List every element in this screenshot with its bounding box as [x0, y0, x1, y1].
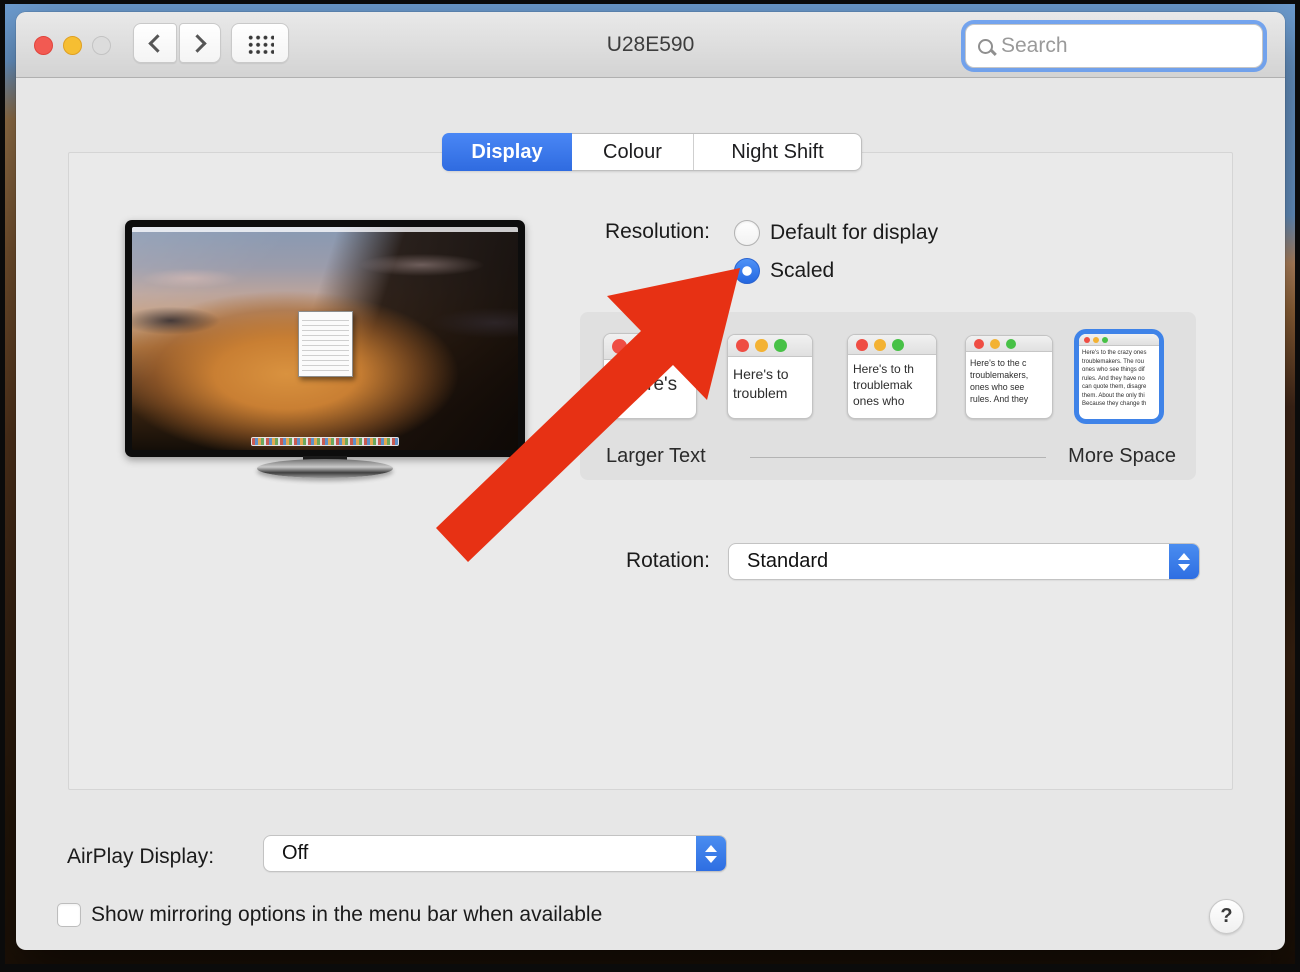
traffic-dot-yellow-icon	[1093, 337, 1099, 343]
thumb-sample-text: Here's to the crazy ones troublemakers. …	[1079, 346, 1159, 409]
thumb-titlebar	[1079, 334, 1159, 346]
traffic-dot-yellow-icon	[990, 339, 1000, 349]
radio-label-scaled: Scaled	[770, 259, 834, 283]
thumb-titlebar	[966, 336, 1052, 352]
traffic-dot-yellow-icon	[874, 339, 886, 351]
system-preferences-window: U28E590 Display Colour Night Shift	[16, 12, 1285, 950]
thumb-titlebar	[848, 335, 936, 355]
radio-label-default: Default for display	[770, 221, 938, 245]
thumb-titlebar	[728, 335, 812, 357]
resolution-option-default[interactable]: Default for display	[734, 220, 938, 246]
rotation-label: Rotation:	[496, 549, 710, 573]
scale-option-5-more-space-selected[interactable]: Here's to the crazy ones troublemakers. …	[1078, 333, 1160, 420]
show-mirroring-checkbox[interactable]	[57, 903, 81, 927]
traffic-dot-green-icon	[1102, 337, 1108, 343]
chevron-down-icon	[1178, 564, 1190, 571]
traffic-dot-red-icon	[974, 339, 984, 349]
resolution-label: Resolution:	[496, 220, 710, 244]
larger-text-caption: Larger Text	[606, 445, 706, 468]
thumb-titlebar	[604, 334, 696, 360]
mirroring-option-row: Show mirroring options in the menu bar w…	[57, 903, 602, 927]
mini-document-window	[298, 311, 353, 377]
scale-divider-line	[750, 457, 1046, 458]
search-icon	[978, 39, 993, 54]
traffic-dot-green-icon	[654, 339, 669, 354]
radio-default-for-display[interactable]	[734, 220, 760, 246]
display-preview-screen	[132, 227, 518, 450]
rotation-dropdown[interactable]: Standard	[728, 543, 1200, 580]
scale-option-1-larger-text[interactable]: Here's	[603, 333, 697, 419]
tab-night-shift[interactable]: Night Shift	[694, 134, 861, 170]
radio-scaled-selected[interactable]	[734, 258, 760, 284]
resolution-option-scaled[interactable]: Scaled	[734, 258, 834, 284]
airplay-value: Off	[282, 842, 308, 865]
thumb-sample-text: Here's	[604, 360, 696, 396]
dropdown-stepper-icon	[1169, 544, 1199, 579]
thumb-sample-text: Here's to the c troublemakers, ones who …	[966, 352, 1052, 405]
search-field[interactable]	[965, 24, 1263, 68]
dropdown-stepper-icon	[696, 836, 726, 871]
screenshot-root: U28E590 Display Colour Night Shift	[0, 0, 1300, 972]
thumb-sample-text: Here's to th troublemak ones who	[848, 355, 936, 409]
mini-dock	[251, 437, 399, 446]
traffic-dot-green-icon	[1006, 339, 1016, 349]
traffic-dot-green-icon	[774, 339, 787, 352]
traffic-dot-yellow-icon	[755, 339, 768, 352]
window-titlebar[interactable]: U28E590	[16, 12, 1285, 78]
chevron-up-icon	[705, 845, 717, 852]
scale-option-3[interactable]: Here's to th troublemak ones who	[847, 334, 937, 419]
mini-dock-icons	[252, 438, 398, 445]
traffic-dot-red-icon	[736, 339, 749, 352]
chevron-down-icon	[705, 856, 717, 863]
tab-display[interactable]: Display	[442, 133, 572, 171]
scaled-options-strip: Here's Here's to troublem Here's to th t…	[580, 312, 1196, 480]
help-button[interactable]: ?	[1209, 899, 1244, 934]
tab-bar: Display Colour Night Shift	[442, 133, 862, 171]
traffic-dot-red-icon	[612, 339, 627, 354]
airplay-display-label: AirPlay Display:	[67, 845, 257, 869]
mini-document-text-lines	[302, 316, 349, 372]
monitor-stand-base	[257, 459, 393, 478]
display-preview-monitor	[125, 220, 525, 457]
show-mirroring-label: Show mirroring options in the menu bar w…	[91, 903, 602, 927]
traffic-dot-red-icon	[856, 339, 868, 351]
chevron-up-icon	[1178, 553, 1190, 560]
more-space-caption: More Space	[1068, 445, 1176, 468]
traffic-dot-yellow-icon	[633, 339, 648, 354]
scale-option-4[interactable]: Here's to the c troublemakers, ones who …	[965, 335, 1053, 419]
traffic-dot-green-icon	[892, 339, 904, 351]
scale-option-2[interactable]: Here's to troublem	[727, 334, 813, 419]
search-input[interactable]	[1001, 34, 1231, 58]
airplay-dropdown[interactable]: Off	[263, 835, 727, 872]
thumb-sample-text: Here's to troublem	[728, 357, 812, 403]
rotation-value: Standard	[747, 550, 828, 573]
tab-colour[interactable]: Colour	[572, 134, 694, 170]
traffic-dot-red-icon	[1084, 337, 1090, 343]
